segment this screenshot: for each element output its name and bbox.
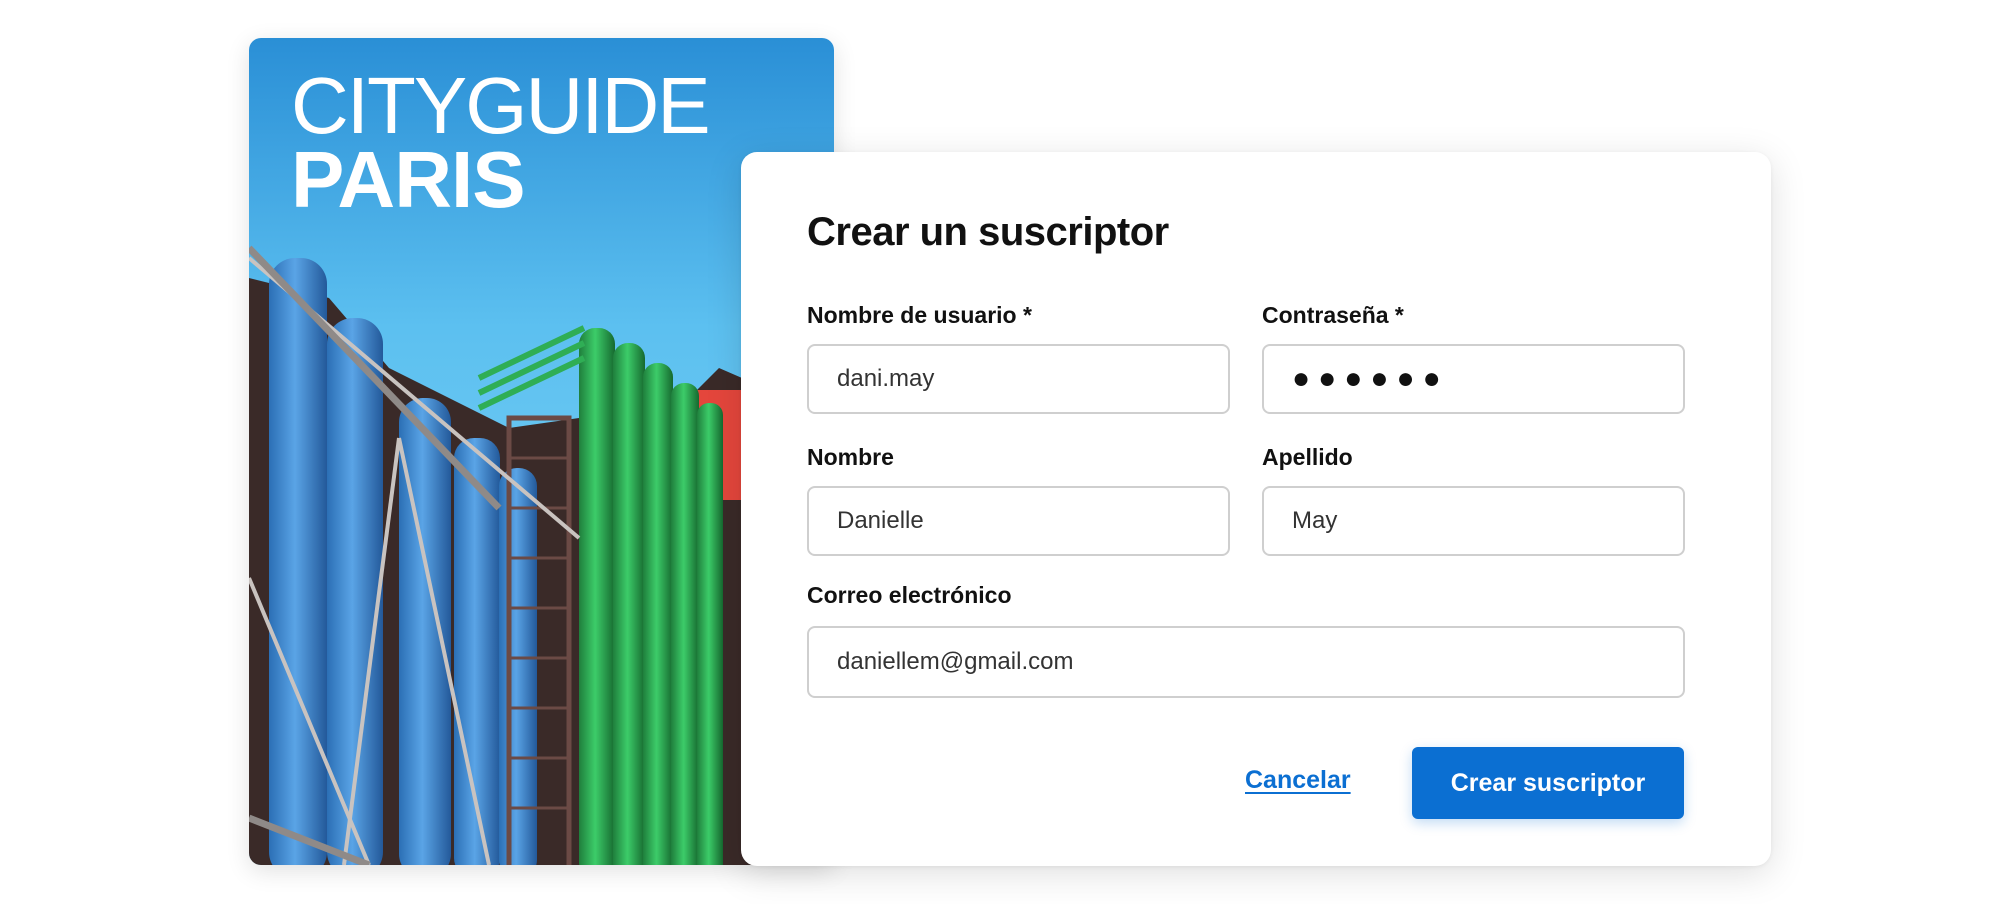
password-field[interactable]: ●●●●●● xyxy=(1262,344,1685,414)
last-name-label: Apellido xyxy=(1262,444,1353,470)
cancel-link[interactable]: Cancelar xyxy=(1245,766,1351,795)
username-value: dani.may xyxy=(837,365,935,392)
first-name-value: Danielle xyxy=(837,507,924,534)
last-name-field[interactable]: May xyxy=(1262,486,1685,556)
password-label: Contraseña * xyxy=(1262,302,1404,328)
last-name-value: May xyxy=(1292,507,1338,534)
email-value: daniellem@gmail.com xyxy=(837,648,1074,675)
poster-title-line2: PARIS xyxy=(291,135,526,224)
first-name-field[interactable]: Danielle xyxy=(807,486,1230,556)
first-name-label: Nombre xyxy=(807,444,894,470)
create-subscriber-card: Crear un suscriptor Nombre de usuario * … xyxy=(741,152,1771,866)
password-masked-value: ●●●●●● xyxy=(1292,362,1449,395)
poster-title: CITYGUIDE PARIS xyxy=(291,61,711,224)
email-field[interactable]: daniellem@gmail.com xyxy=(807,626,1685,698)
username-field[interactable]: dani.may xyxy=(807,344,1230,414)
email-label: Correo electrónico xyxy=(807,582,1012,608)
stage: CITYGUIDE PARIS Crear un suscriptor Nomb… xyxy=(0,0,2016,904)
form-title: Crear un suscriptor xyxy=(807,210,1169,254)
create-subscriber-button[interactable]: Crear suscriptor xyxy=(1412,747,1684,819)
poster-title-line1: CITYGUIDE xyxy=(291,61,711,150)
username-label: Nombre de usuario * xyxy=(807,302,1032,328)
